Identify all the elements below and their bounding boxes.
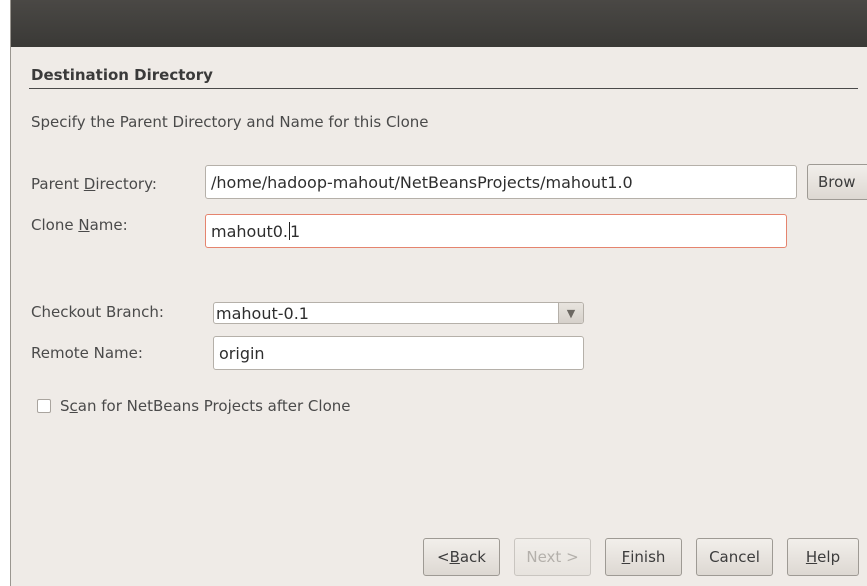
section-subtitle: Specify the Parent Directory and Name fo… (31, 113, 429, 131)
remote-name-value: origin (219, 343, 265, 363)
scan-projects-label: Scan for NetBeans Projects after Clone (60, 397, 351, 415)
back-button[interactable]: < Back (423, 538, 500, 576)
browse-button[interactable]: Brow (807, 164, 867, 200)
checkout-branch-value: mahout-0.1 (216, 303, 309, 323)
remote-name-label: Remote Name: (31, 344, 143, 362)
chevron-down-icon[interactable]: ▼ (558, 303, 583, 323)
cancel-button[interactable]: Cancel (696, 538, 773, 576)
parent-directory-value: /home/hadoop-mahout/NetBeansProjects/mah… (211, 172, 633, 192)
checkout-branch-label: Checkout Branch: (31, 303, 164, 321)
clone-wizard-window: Destination Directory Specify the Parent… (10, 0, 867, 586)
parent-directory-label: Parent Directory: (31, 175, 157, 193)
clone-name-label: Clone Name: (31, 216, 128, 234)
scan-projects-checkbox[interactable] (37, 399, 51, 413)
title-bar[interactable] (11, 0, 867, 47)
scan-projects-option[interactable]: Scan for NetBeans Projects after Clone (37, 397, 350, 415)
clone-name-value-rest: 1 (290, 221, 301, 241)
finish-button[interactable]: Finish (605, 538, 682, 576)
clone-name-input[interactable]: mahout0. 1 (205, 214, 787, 248)
next-button[interactable]: Next > (514, 538, 591, 576)
section-title: Destination Directory (31, 66, 213, 84)
checkout-branch-select[interactable]: mahout-0.1 ▼ (213, 302, 584, 324)
section-divider (29, 88, 858, 89)
help-button[interactable]: Help (787, 538, 859, 576)
parent-directory-input[interactable]: /home/hadoop-mahout/NetBeansProjects/mah… (205, 165, 797, 199)
clone-name-value: mahout0. (211, 221, 288, 241)
remote-name-input[interactable]: origin (213, 336, 584, 370)
